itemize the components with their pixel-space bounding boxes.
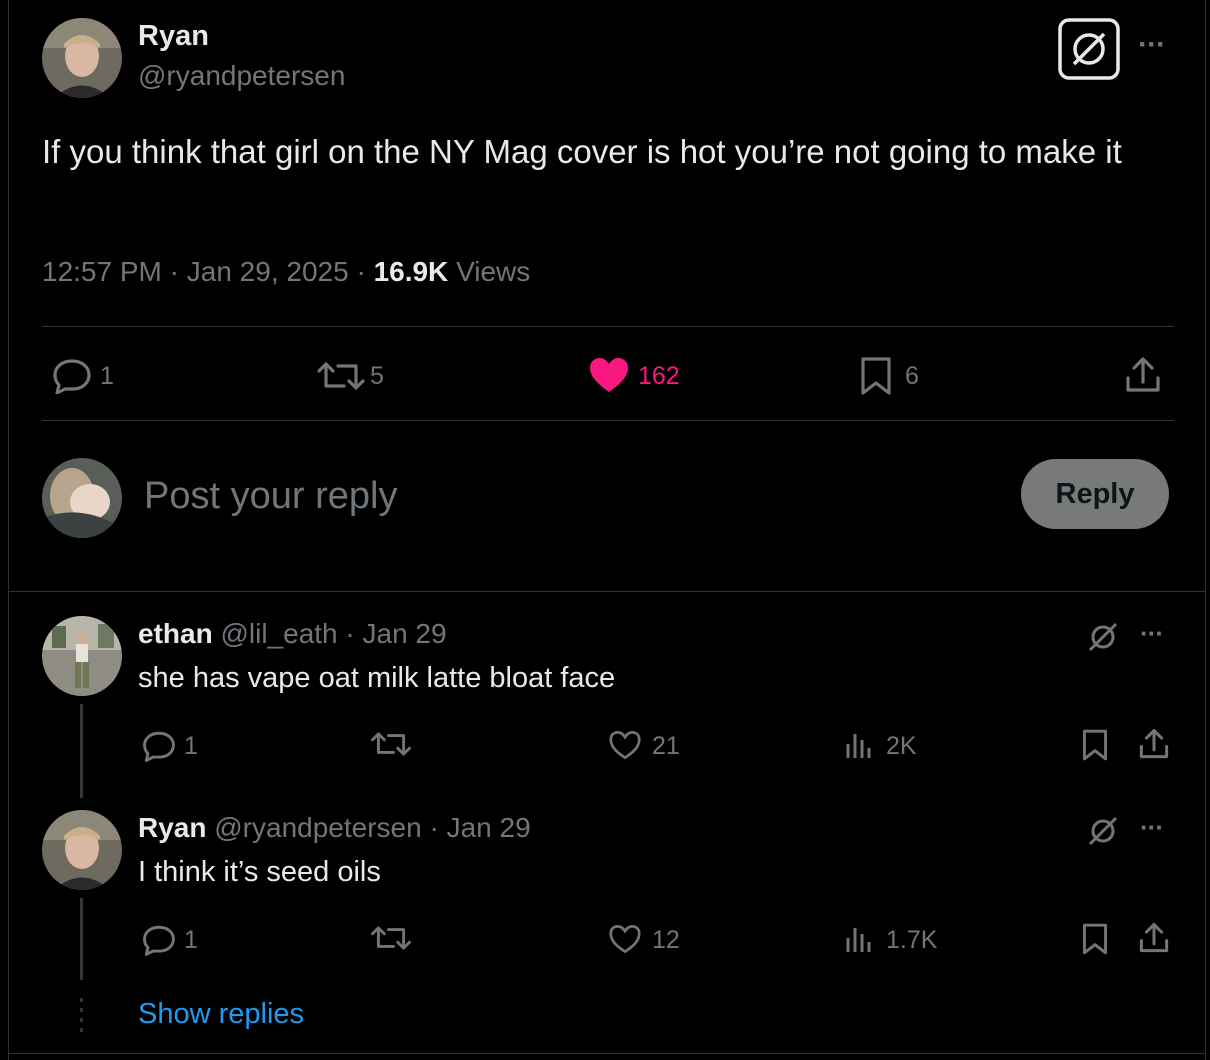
show-replies-link[interactable]: Show replies xyxy=(138,998,304,1031)
meta-separator: · xyxy=(169,256,179,287)
reply-author-name[interactable]: Ryan xyxy=(138,812,206,843)
reply-text: she has vape oat milk latte bloat face xyxy=(138,662,616,694)
reply-avatar[interactable] xyxy=(42,810,122,890)
reply-icon[interactable] xyxy=(142,924,176,956)
divider xyxy=(8,1053,1206,1054)
repost-count: 5 xyxy=(370,362,384,390)
reply-count: 1 xyxy=(184,732,198,760)
repost-icon[interactable] xyxy=(370,924,412,952)
more-icon[interactable]: ··· xyxy=(1138,28,1166,62)
bookmark-icon[interactable] xyxy=(1082,922,1108,956)
meta-separator: · xyxy=(356,256,366,287)
reply-author-handle[interactable]: @lil_eath xyxy=(220,618,337,649)
user-avatar[interactable] xyxy=(42,458,122,538)
thread-line xyxy=(80,704,83,798)
grok-icon[interactable] xyxy=(1058,18,1120,80)
reply-count: 1 xyxy=(184,926,198,954)
reply-header: ethan @lil_eath · Jan 29 xyxy=(138,618,447,650)
heart-icon[interactable] xyxy=(588,356,630,394)
heart-icon[interactable] xyxy=(608,924,642,954)
bookmark-icon[interactable] xyxy=(1082,728,1108,762)
author-name[interactable]: Ryan xyxy=(138,20,209,53)
views-count: 2K xyxy=(886,732,917,760)
heart-icon[interactable] xyxy=(608,730,642,760)
analytics-icon[interactable] xyxy=(844,730,874,760)
share-icon[interactable] xyxy=(1124,356,1162,394)
more-icon[interactable]: ··· xyxy=(1140,618,1164,649)
divider xyxy=(42,420,1174,421)
frame-right-border xyxy=(1205,0,1206,1060)
post-meta: 12:57 PM · Jan 29, 2025 · 16.9K Views xyxy=(42,256,530,288)
divider xyxy=(42,326,1174,327)
post-date[interactable]: Jan 29, 2025 xyxy=(187,256,349,287)
bookmark-count: 6 xyxy=(905,362,919,390)
repost-icon[interactable] xyxy=(370,730,412,758)
reply-date[interactable]: · Jan 29 xyxy=(429,812,530,843)
reply-button[interactable]: Reply xyxy=(1021,459,1169,529)
like-count: 12 xyxy=(652,926,680,954)
repost-icon[interactable] xyxy=(316,360,366,392)
reply-icon[interactable] xyxy=(142,730,176,762)
thread-dots xyxy=(80,998,83,1034)
grok-icon[interactable] xyxy=(1086,620,1120,654)
reply-input[interactable] xyxy=(142,470,986,522)
divider xyxy=(8,591,1206,592)
share-icon[interactable] xyxy=(1138,922,1170,954)
bookmark-icon[interactable] xyxy=(860,356,892,396)
more-icon[interactable]: ··· xyxy=(1140,812,1164,843)
reply-author-name[interactable]: ethan xyxy=(138,618,213,649)
reply-text: I think it’s seed oils xyxy=(138,856,381,888)
author-handle[interactable]: @ryandpetersen xyxy=(138,60,345,92)
share-icon[interactable] xyxy=(1138,728,1170,760)
reply-count: 1 xyxy=(100,362,114,390)
reply-date[interactable]: · Jan 29 xyxy=(345,618,446,649)
author-avatar[interactable] xyxy=(42,18,122,98)
views-count: 1.7K xyxy=(886,926,938,954)
analytics-icon[interactable] xyxy=(844,924,874,954)
post-time[interactable]: 12:57 PM xyxy=(42,256,162,287)
reply-author-handle[interactable]: @ryandpetersen xyxy=(214,812,421,843)
like-count: 162 xyxy=(638,362,680,390)
frame-left-border xyxy=(8,0,9,1060)
views-count: 16.9K xyxy=(373,256,449,287)
post-text: If you think that girl on the NY Mag cov… xyxy=(42,133,1122,170)
views-label: Views xyxy=(456,256,531,287)
grok-icon[interactable] xyxy=(1086,814,1120,848)
reply-header: Ryan @ryandpetersen · Jan 29 xyxy=(138,812,531,844)
reply-icon[interactable] xyxy=(52,358,92,394)
reply-avatar[interactable] xyxy=(42,616,122,696)
thread-line xyxy=(80,898,83,980)
like-count: 21 xyxy=(652,732,680,760)
